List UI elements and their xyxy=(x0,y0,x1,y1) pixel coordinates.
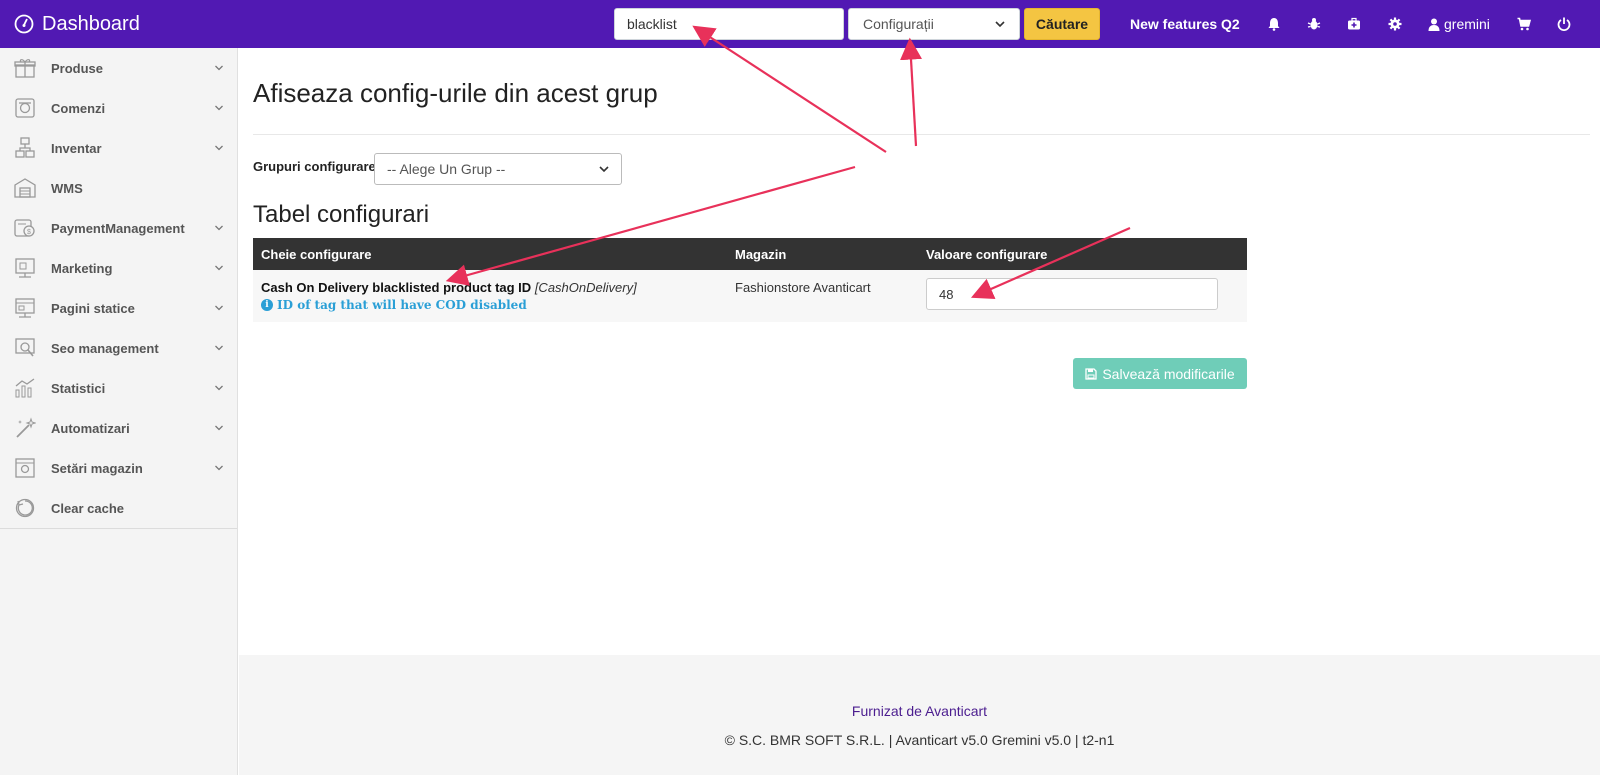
footer-copyright: © S.C. BMR SOFT S.R.L. | Avanticart v5.0… xyxy=(724,732,1115,748)
config-value-cell: 48 xyxy=(918,270,1247,322)
sidebar-item-pagini-statice[interactable]: Pagini statice xyxy=(0,288,237,328)
chevron-down-icon xyxy=(215,385,223,391)
chart-icon xyxy=(15,378,35,398)
sidebar-item-paymentmanagement[interactable]: $ PaymentManagement xyxy=(0,208,237,248)
bug-icon[interactable] xyxy=(1304,14,1324,34)
sidebar-item-label: Marketing xyxy=(51,260,113,276)
config-key-name: Cash On Delivery blacklisted product tag… xyxy=(261,280,532,295)
divider xyxy=(253,134,1590,135)
sidebar-item-label: Inventar xyxy=(51,140,102,156)
pages-icon xyxy=(15,298,35,318)
wand-icon xyxy=(16,417,36,438)
sidebar-item-label: Clear cache xyxy=(51,500,124,516)
boxes-icon xyxy=(15,137,35,158)
group-select[interactable]: -- Alege Un Grup -- xyxy=(374,153,622,185)
chevron-down-icon xyxy=(995,21,1005,28)
sidebar-item-inventar[interactable]: Inventar xyxy=(0,128,237,168)
table-title: Tabel configurari xyxy=(253,201,430,228)
chevron-down-icon xyxy=(215,265,223,271)
username: gremini xyxy=(1444,16,1490,32)
config-help: i ID of tag that will have COD disabled xyxy=(261,298,719,312)
config-key-cell: Cash On Delivery blacklisted product tag… xyxy=(253,270,727,322)
sidebar-item-label: Seo management xyxy=(51,340,159,356)
main-content: Afiseaza config-urile din acest grup Gru… xyxy=(239,48,1600,775)
search-type-value: Configurații xyxy=(863,16,934,32)
sidebar-item-label: Statistici xyxy=(51,380,106,396)
sidebar-menu: Produse Comenzi Inventar WMS $ PaymentManagem… xyxy=(0,48,237,529)
config-help-text: ID of tag that will have COD disabled xyxy=(277,298,527,312)
info-icon: i xyxy=(261,299,273,311)
bell-icon[interactable] xyxy=(1264,14,1284,34)
sidebar-item-wms[interactable]: WMS xyxy=(0,168,237,208)
gift-icon xyxy=(14,59,36,78)
cart-icon[interactable] xyxy=(1514,14,1534,34)
search-button[interactable]: Căutare xyxy=(1024,8,1100,40)
user-icon xyxy=(1428,18,1440,31)
marketing-icon xyxy=(15,258,35,278)
payment-icon: $ xyxy=(14,219,35,237)
gear-icon[interactable] xyxy=(1385,14,1405,34)
new-features-link[interactable]: New features Q2 xyxy=(1130,0,1240,48)
brand-link[interactable]: Dashboard xyxy=(14,0,140,48)
save-button[interactable]: Salvează modificarile xyxy=(1073,358,1247,389)
column-header-key: Cheie configurare xyxy=(253,238,727,270)
footer-link[interactable]: Furnizat de Avanticart xyxy=(239,703,1600,719)
cache-icon xyxy=(15,498,35,518)
config-table: Cheie configurare Magazin Valoare config… xyxy=(253,238,1247,322)
chevron-down-icon xyxy=(215,225,223,231)
save-button-label: Salvează modificarile xyxy=(1102,365,1235,382)
config-value-input[interactable]: 48 xyxy=(926,278,1218,310)
settings-icon xyxy=(15,458,35,478)
sidebar-item-comenzi[interactable]: Comenzi xyxy=(0,88,237,128)
seo-icon xyxy=(15,338,35,357)
svg-text:$: $ xyxy=(27,229,31,236)
sidebar-item-label: Pagini statice xyxy=(51,300,135,316)
table-header-row: Cheie configurare Magazin Valoare config… xyxy=(253,238,1247,270)
sidebar-item-marketing[interactable]: Marketing xyxy=(0,248,237,288)
chevron-down-icon xyxy=(215,425,223,431)
orders-icon xyxy=(15,98,35,118)
dashboard-icon xyxy=(14,14,34,34)
sidebar-item-produse[interactable]: Produse xyxy=(0,48,237,88)
sidebar-item-automatizari[interactable]: Automatizari xyxy=(0,408,237,448)
group-select-label: Grupuri configurare xyxy=(253,159,376,174)
sidebar-item-label: Setări magazin xyxy=(51,460,143,476)
top-navbar: Dashboard blacklist Configurații Căutare… xyxy=(0,0,1600,48)
chevron-down-icon xyxy=(215,465,223,471)
chevron-down-icon xyxy=(215,145,223,151)
sidebar-item-label: PaymentManagement xyxy=(51,220,185,236)
search-input[interactable]: blacklist xyxy=(614,8,844,40)
sidebar-item-label: WMS xyxy=(51,180,83,196)
chevron-down-icon xyxy=(215,305,223,311)
medkit-icon[interactable] xyxy=(1344,14,1364,34)
floppy-icon xyxy=(1085,367,1097,380)
group-select-value: -- Alege Un Grup -- xyxy=(387,161,506,177)
brand-title: Dashboard xyxy=(42,12,140,35)
sidebar-item-label: Produse xyxy=(51,60,104,76)
column-header-value: Valoare configurare xyxy=(918,238,1247,270)
chevron-down-icon xyxy=(215,105,223,111)
chevron-down-icon xyxy=(215,345,223,351)
page-title: Afiseaza config-urile din acest grup xyxy=(253,78,658,108)
chevron-down-icon xyxy=(215,65,223,71)
footer: Furnizat de Avanticart © S.C. BMR SOFT S… xyxy=(239,655,1600,775)
sidebar-item-statistici[interactable]: Statistici xyxy=(0,368,237,408)
column-header-store: Magazin xyxy=(727,238,918,270)
sidebar-item-label: Comenzi xyxy=(51,100,106,116)
config-key-code: [CashOnDelivery] xyxy=(534,280,637,295)
sidebar-item-seo-management[interactable]: Seo management xyxy=(0,328,237,368)
search-type-select[interactable]: Configurații xyxy=(848,8,1020,40)
table-row: Cash On Delivery blacklisted product tag… xyxy=(253,270,1247,322)
sidebar-item-label: Automatizari xyxy=(51,420,130,436)
chevron-down-icon xyxy=(599,166,609,173)
user-menu[interactable]: gremini xyxy=(1428,0,1490,48)
warehouse-icon xyxy=(14,178,36,198)
sidebar-item-set-ri-magazin[interactable]: Setări magazin xyxy=(0,448,237,488)
sidebar: Produse Comenzi Inventar WMS $ PaymentManagem… xyxy=(0,48,238,775)
power-icon[interactable] xyxy=(1554,14,1574,34)
config-store-cell: Fashionstore Avanticart xyxy=(727,270,918,322)
sidebar-item-clear-cache[interactable]: Clear cache xyxy=(0,488,237,528)
